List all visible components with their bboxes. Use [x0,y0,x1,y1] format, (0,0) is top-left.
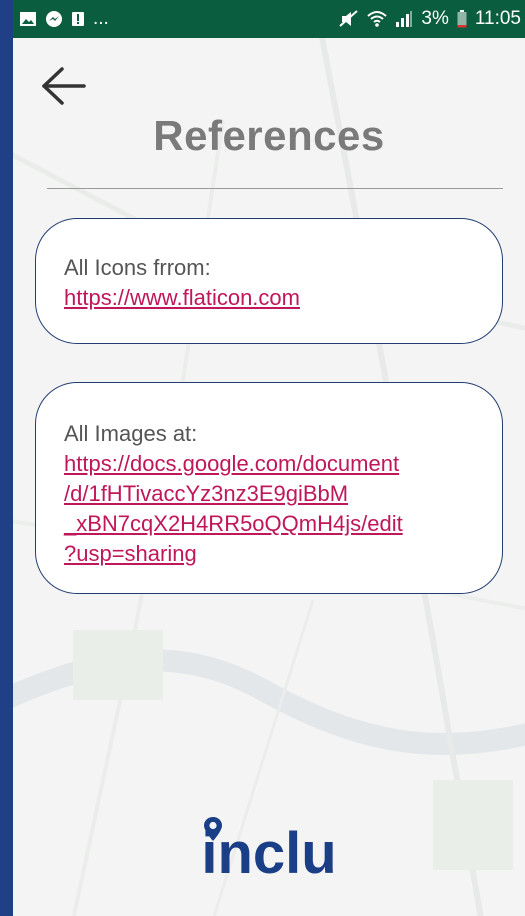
battery-percent: 3% [421,8,449,29]
reference-link-line[interactable]: /d/1fHTivaccYz3nz3E9giBbM [64,479,478,509]
battery-icon [457,10,467,28]
brand-logo: inclu [13,817,525,887]
mute-icon [339,10,359,28]
reference-card-images: All Images at: https://docs.google.com/d… [35,382,503,594]
reference-link[interactable]: https://www.flaticon.com [64,283,478,313]
status-bar: ... 3% 11:05 [13,0,525,38]
logo-wrap: inclu [201,817,337,887]
signal-icon [395,10,413,28]
reference-card-icons: All Icons frrom: https://www.flaticon.co… [35,218,503,344]
status-more: ... [93,8,109,29]
messenger-icon [45,10,63,28]
reference-link-line[interactable]: https://docs.google.com/document [64,449,478,479]
status-left-icons: ... [19,8,109,30]
reference-link-line[interactable]: ?usp=sharing [64,539,478,569]
reference-link-line[interactable]: _xBN7cqX2H4RR5oQQmH4js/edit [64,509,478,539]
status-time: 11:05 [474,8,521,29]
app-screen: ... 3% 11:05 References All Icons frrom:… [13,0,525,916]
back-button[interactable] [35,62,91,110]
status-right-icons: 3% 11:05 [339,8,521,30]
location-pin-icon [204,817,223,841]
title-divider [47,188,503,189]
alert-icon [71,11,85,27]
gallery-icon [19,11,37,27]
wifi-icon [367,10,388,28]
page-title: References [153,112,385,159]
arrow-left-icon [42,67,86,105]
device-frame: ... 3% 11:05 References All Icons frrom:… [0,0,525,916]
reference-label: All Icons frrom: [64,255,211,280]
reference-label: All Images at: [64,421,198,446]
